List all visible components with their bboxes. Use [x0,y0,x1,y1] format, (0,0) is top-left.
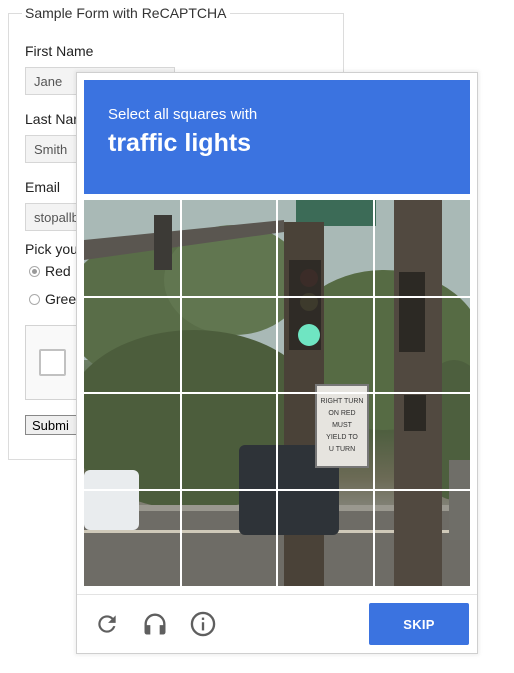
challenge-tile[interactable] [375,297,470,392]
pick-color-label: Pick you [25,241,78,257]
recaptcha-checkbox[interactable] [39,349,66,376]
challenge-tile[interactable] [84,297,179,392]
challenge-tile[interactable] [181,297,276,392]
last-name-label: Last Nar [25,111,78,127]
challenge-tile[interactable] [84,200,179,295]
tile-separator [84,392,470,394]
radio-red-button[interactable] [29,265,40,277]
challenge-tile[interactable] [278,394,373,489]
challenge-tile[interactable] [181,200,276,295]
radio-option-green[interactable]: Greer [29,291,81,307]
skip-button[interactable]: SKIP [369,603,469,645]
headphones-icon[interactable] [141,610,169,638]
challenge-tile[interactable] [84,491,179,586]
tile-separator [84,489,470,491]
challenge-tile[interactable] [181,491,276,586]
challenge-tile-grid [84,200,470,586]
form-legend: Sample Form with ReCAPTCHA [22,5,230,21]
first-name-label: First Name [25,43,94,59]
email-label: Email [25,179,61,195]
challenge-tile[interactable] [375,491,470,586]
challenge-tile[interactable] [375,394,470,489]
challenge-target-object: traffic lights [108,129,252,157]
reload-icon[interactable] [93,610,121,638]
challenge-tile[interactable] [278,491,373,586]
radio-green-button[interactable] [29,293,40,305]
radio-red-label: Red [45,263,71,279]
challenge-tile[interactable] [278,297,373,392]
tile-separator [373,200,375,586]
challenge-tile[interactable] [84,394,179,489]
challenge-header: Select all squares with traffic lights [84,80,470,194]
radio-option-red[interactable]: Red [29,263,71,279]
challenge-tile[interactable] [181,394,276,489]
challenge-tile[interactable] [375,200,470,295]
recaptcha-challenge-popup: Select all squares with traffic lights R… [76,72,478,654]
footer-divider [77,594,477,595]
challenge-tile[interactable] [278,200,373,295]
challenge-instruction: Select all squares with [108,106,258,123]
info-icon[interactable] [189,610,217,638]
